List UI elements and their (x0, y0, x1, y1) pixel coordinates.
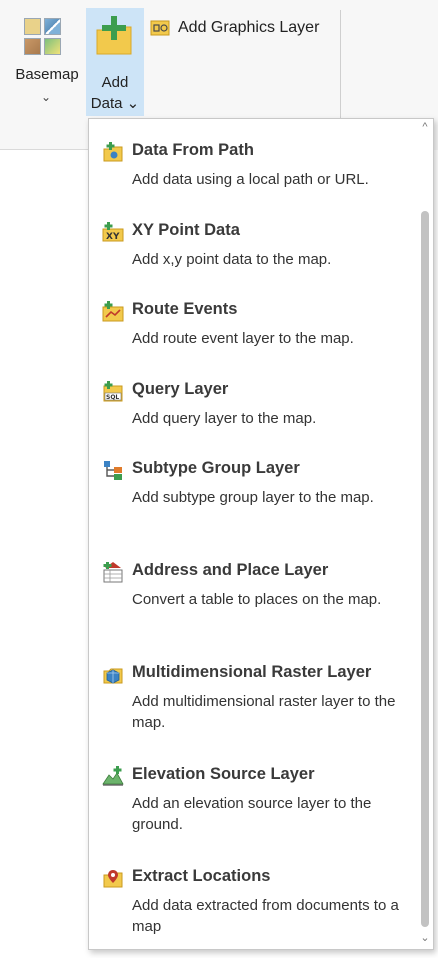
menu-item-description: Add multidimensional raster layer to the… (132, 693, 396, 731)
add-data-label-dropdown: Data ⌄ (90, 95, 140, 112)
menu-item-elevation-source-layer[interactable]: Elevation Source Layer Add an elevation … (89, 763, 415, 855)
menu-item-title: Query Layer (132, 380, 229, 398)
route-events-icon (102, 301, 124, 322)
add-graphics-layer-label: Add Graphics Layer (178, 19, 320, 36)
menu-item-description: Add query layer to the map. (132, 410, 317, 427)
menu-item-title: Address and Place Layer (132, 561, 329, 579)
svg-text:XY: XY (106, 232, 120, 242)
subtype-group-layer-icon (104, 461, 122, 480)
scrollbar-thumb[interactable] (421, 211, 429, 927)
address-place-layer-icon (103, 562, 123, 583)
add-data-dropdown-menu: Data From Path Add data using a local pa… (88, 118, 434, 950)
menu-item-title: Multidimensional Raster Layer (132, 663, 372, 681)
menu-item-description: Add subtype group layer to the map. (132, 489, 374, 506)
menu-item-multidimensional-raster-layer[interactable]: Multidimensional Raster Layer Add multid… (89, 661, 415, 753)
dropdown-scrollbar[interactable]: ^ ⌄ (417, 119, 433, 949)
extract-locations-icon (103, 870, 123, 888)
multidimensional-raster-icon (103, 668, 123, 684)
menu-item-description: Add route event layer to the map. (132, 330, 354, 347)
menu-item-description: Add x,y point data to the map. (132, 251, 332, 268)
ribbon-separator (340, 10, 341, 118)
menu-item-address-place-layer[interactable]: Address and Place Layer Convert a table … (89, 559, 415, 651)
menu-item-title: XY Point Data (132, 221, 240, 239)
add-data-button[interactable]: Add Data ⌄ (86, 8, 144, 116)
data-from-path-icon (103, 142, 123, 162)
menu-item-title: Data From Path (132, 141, 254, 159)
menu-item-subtype-group-layer[interactable]: Subtype Group Layer Add subtype group la… (89, 457, 415, 549)
menu-item-description: Convert a table to places on the map. (132, 591, 382, 608)
ribbon-divider (0, 149, 90, 150)
menu-item-title: Extract Locations (132, 867, 271, 885)
graphics-layer-icon (150, 20, 170, 36)
menu-item-description: Add data using a local path or URL. (132, 171, 369, 188)
chevron-down-icon: ⌄ (40, 90, 52, 104)
scroll-up-icon[interactable]: ^ (417, 121, 433, 139)
basemap-button[interactable]: Basemap ⌄ (6, 8, 82, 120)
menu-item-route-events[interactable]: Route Events Add route event layer to th… (89, 298, 415, 368)
basemap-label: Basemap (15, 66, 79, 83)
xy-point-data-icon: XY (102, 222, 124, 242)
scroll-down-icon[interactable]: ⌄ (417, 931, 433, 949)
add-data-label: Add (101, 74, 129, 91)
basemap-grid-icon (24, 18, 62, 56)
svg-text:SQL: SQL (106, 394, 119, 401)
elevation-source-icon (102, 766, 124, 786)
add-graphics-layer-button[interactable]: Add Graphics Layer (150, 16, 319, 40)
menu-item-title: Route Events (132, 300, 238, 318)
add-data-plus-icon (96, 16, 132, 55)
menu-item-title: Subtype Group Layer (132, 459, 300, 477)
menu-item-extract-locations[interactable]: Extract Locations Add data extracted fro… (89, 865, 415, 945)
menu-item-description: Add an elevation source layer to the gro… (132, 795, 372, 833)
menu-item-query-layer[interactable]: SQL Query Layer Add query layer to the m… (89, 378, 415, 448)
menu-item-description: Add data extracted from documents to a m… (132, 897, 399, 935)
menu-item-xy-point-data[interactable]: XY XY Point Data Add x,y point data to t… (89, 219, 415, 289)
menu-item-title: Elevation Source Layer (132, 765, 315, 783)
query-layer-icon: SQL (103, 381, 123, 402)
menu-item-data-from-path[interactable]: Data From Path Add data using a local pa… (89, 139, 415, 209)
